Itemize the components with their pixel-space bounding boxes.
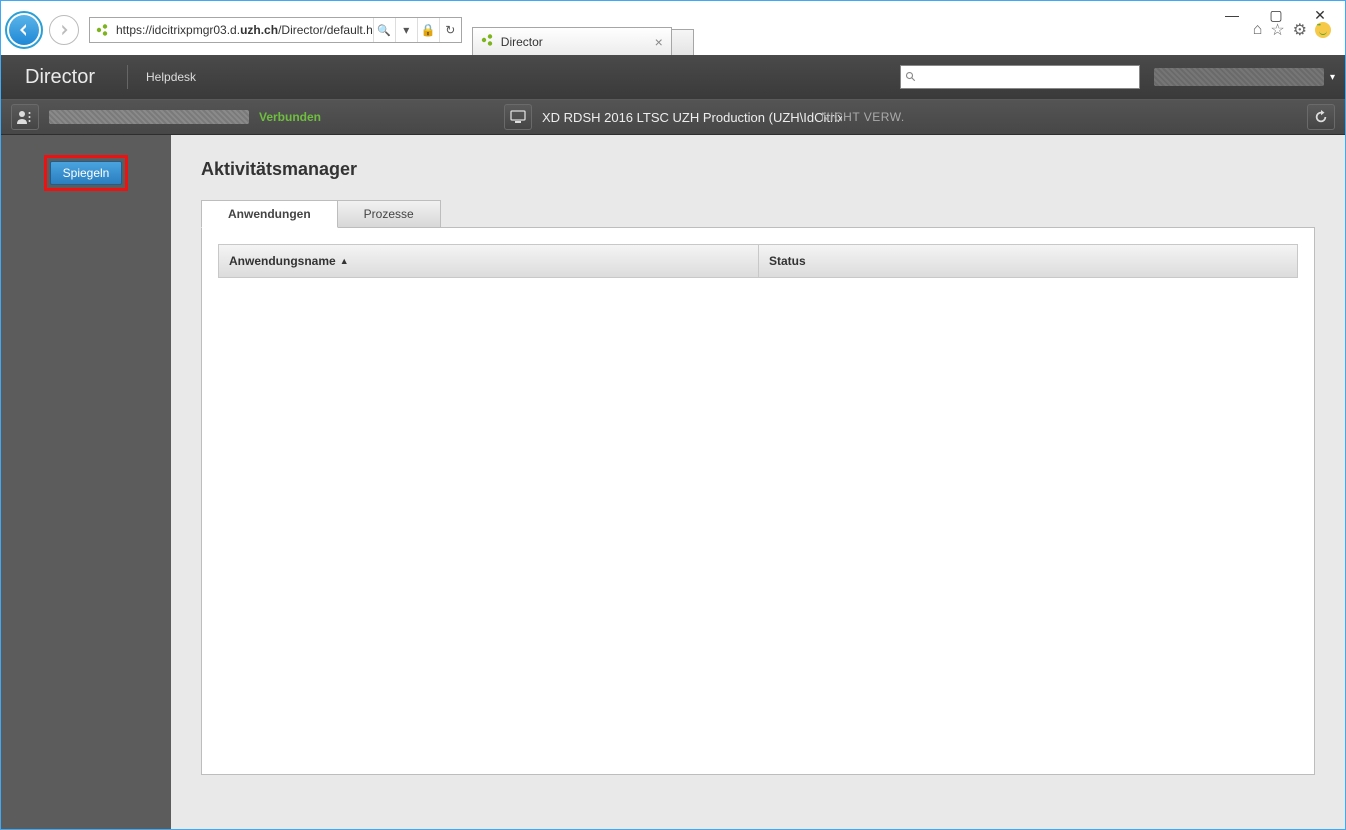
content-tabs: Anwendungen Prozesse — [201, 200, 1315, 228]
address-bar[interactable]: https://idcitrixpmgr03.d.uzh.ch/Director… — [89, 17, 462, 43]
new-tab-button[interactable] — [672, 29, 694, 55]
machine-icon[interactable] — [504, 104, 532, 130]
column-header-name[interactable]: Anwendungsname ▲ — [219, 245, 759, 277]
site-favicon-icon — [94, 21, 112, 39]
status-bar: Verbunden XD RDSH 2016 LTSC UZH Producti… — [1, 99, 1345, 135]
search-icon — [905, 71, 917, 83]
spiegeln-highlight: Spiegeln — [44, 155, 129, 191]
content-area: Aktivitätsmanager Anwendungen Prozesse A… — [171, 135, 1345, 829]
not-managed-label: NICHT VERW. — [821, 110, 905, 124]
browser-tabs: Director × — [472, 5, 694, 55]
header-search[interactable] — [900, 65, 1140, 89]
user-name-redacted — [49, 110, 249, 124]
lock-icon[interactable]: 🔒 — [417, 18, 439, 42]
tab-title: Director — [501, 35, 543, 49]
back-button[interactable] — [9, 15, 39, 45]
url-dropdown-icon[interactable]: ▾ — [395, 18, 417, 42]
minimize-button[interactable]: — — [1221, 7, 1243, 23]
column-header-status[interactable]: Status — [759, 254, 1297, 268]
app-header: Director Helpdesk ▾ — [1, 55, 1345, 99]
user-details-button[interactable] — [11, 104, 39, 130]
forward-button[interactable] — [49, 15, 79, 45]
spiegeln-button[interactable]: Spiegeln — [50, 161, 123, 185]
header-search-wrap: ▾ — [900, 65, 1335, 89]
session-info: XD RDSH 2016 LTSC UZH Production (UZH\Id… — [504, 104, 842, 130]
url-text: https://idcitrixpmgr03.d.uzh.ch/Director… — [116, 23, 373, 37]
sidebar: Spiegeln — [1, 135, 171, 829]
nav-helpdesk[interactable]: Helpdesk — [136, 70, 206, 84]
main-layout: Spiegeln Aktivitätsmanager Anwendungen P… — [1, 135, 1345, 829]
tab-favicon-icon — [481, 33, 495, 50]
search-icon[interactable]: 🔍 — [373, 18, 395, 42]
close-window-button[interactable]: ✕ — [1309, 7, 1331, 24]
page-heading: Aktivitätsmanager — [201, 159, 1315, 180]
user-menu[interactable] — [1154, 68, 1324, 86]
back-button-wrap — [5, 11, 43, 49]
refresh-button[interactable] — [1307, 104, 1335, 130]
session-title: XD RDSH 2016 LTSC UZH Production (UZH\Id… — [542, 110, 842, 125]
tab-applications[interactable]: Anwendungen — [201, 200, 338, 228]
tab-processes[interactable]: Prozesse — [338, 200, 441, 228]
maximize-button[interactable]: ▢ — [1265, 7, 1287, 24]
applications-panel: Anwendungsname ▲ Status — [201, 227, 1315, 775]
divider — [127, 65, 128, 89]
sort-asc-icon: ▲ — [340, 256, 349, 266]
feedback-smiley-icon[interactable] — [1315, 22, 1331, 38]
column-name-label: Anwendungsname — [229, 254, 336, 268]
user-menu-caret-icon[interactable]: ▾ — [1330, 72, 1335, 83]
refresh-page-icon[interactable]: ↻ — [439, 18, 461, 42]
search-input[interactable] — [921, 70, 1135, 84]
browser-nav-bar: https://idcitrixpmgr03.d.uzh.ch/Director… — [1, 1, 1345, 55]
tab-close-icon[interactable]: × — [655, 34, 663, 50]
table-header: Anwendungsname ▲ Status — [218, 244, 1298, 278]
app-title: Director — [11, 66, 119, 89]
browser-tab-director[interactable]: Director × — [472, 27, 672, 55]
connection-status: Verbunden — [259, 110, 321, 124]
